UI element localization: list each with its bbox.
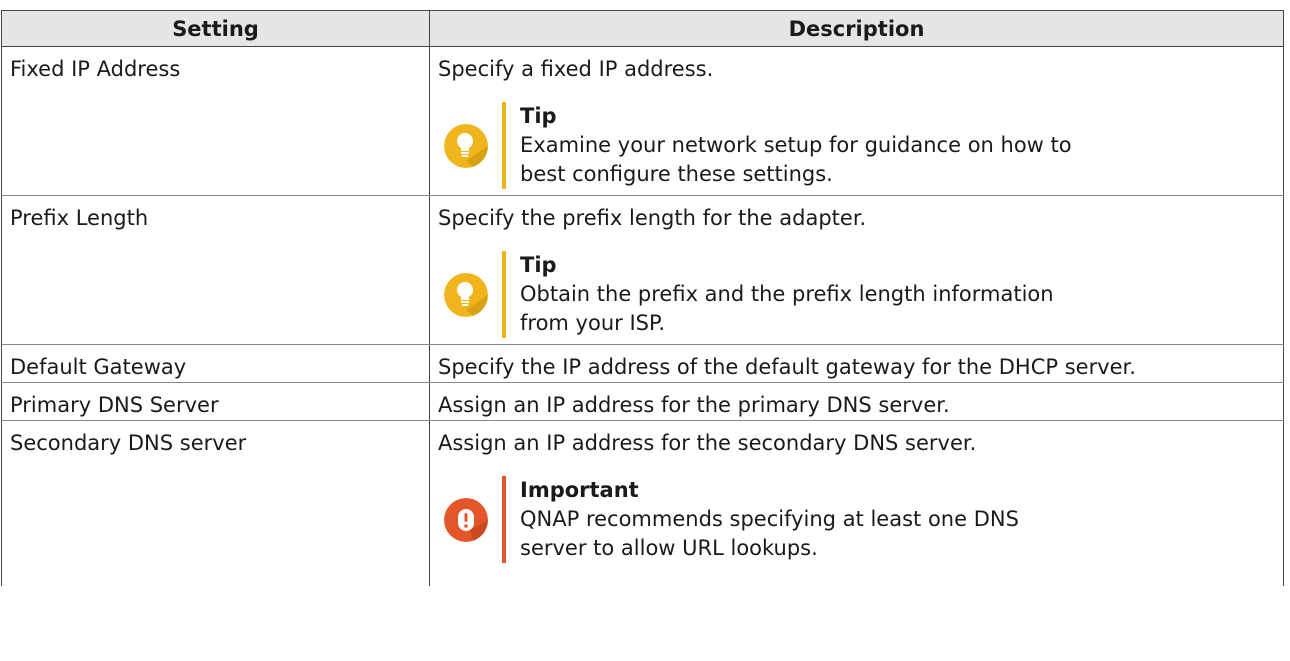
description-text: Specify the prefix length for the adapte… xyxy=(438,206,867,230)
description-cell: Assign an IP address for the secondary D… xyxy=(429,420,1284,586)
settings-table: Setting Description Fixed IP Address Spe… xyxy=(1,10,1284,586)
setting-cell: Primary DNS Server xyxy=(1,382,430,421)
tip-title: Tip xyxy=(520,253,557,277)
exclamation-icon xyxy=(444,497,488,542)
description-text: Specify a fixed IP address. xyxy=(438,57,714,81)
table-row: Secondary DNS server Assign an IP addres… xyxy=(1,420,1284,586)
setting-cell: Prefix Length xyxy=(1,195,430,345)
tip-title: Tip xyxy=(520,104,557,128)
tip-note: Tip Obtain the prefix and the prefix len… xyxy=(444,251,1283,338)
important-body: Important QNAP recommends specifying at … xyxy=(502,476,1080,563)
header-description: Description xyxy=(429,10,1284,47)
setting-cell: Secondary DNS server xyxy=(1,420,430,586)
tip-body: Tip Obtain the prefix and the prefix len… xyxy=(502,251,1080,338)
description-cell: Assign an IP address for the primary DNS… xyxy=(429,382,1284,421)
tip-text: Obtain the prefix and the prefix length … xyxy=(520,282,1054,335)
important-note: Important QNAP recommends specifying at … xyxy=(444,476,1283,563)
table-row: Default Gateway Specify the IP address o… xyxy=(1,344,1284,383)
description-cell: Specify a fixed IP address. Tip Examine … xyxy=(429,46,1284,196)
description-cell: Specify the IP address of the default ga… xyxy=(429,344,1284,383)
lightbulb-icon xyxy=(444,272,488,317)
table-row: Fixed IP Address Specify a fixed IP addr… xyxy=(1,46,1284,196)
setting-cell: Default Gateway xyxy=(1,344,430,383)
lightbulb-icon xyxy=(444,123,488,168)
header-setting: Setting xyxy=(1,10,430,47)
tip-text: Examine your network setup for guidance … xyxy=(520,133,1072,186)
description-cell: Specify the prefix length for the adapte… xyxy=(429,195,1284,345)
tip-body: Tip Examine your network setup for guida… xyxy=(502,102,1080,189)
description-text: Assign an IP address for the secondary D… xyxy=(438,431,977,455)
important-text: QNAP recommends specifying at least one … xyxy=(520,507,1019,560)
table-header-row: Setting Description xyxy=(1,10,1284,47)
table-row: Prefix Length Specify the prefix length … xyxy=(1,195,1284,345)
important-title: Important xyxy=(520,478,639,502)
tip-note: Tip Examine your network setup for guida… xyxy=(444,102,1283,189)
setting-cell: Fixed IP Address xyxy=(1,46,430,196)
table-row: Primary DNS Server Assign an IP address … xyxy=(1,382,1284,421)
